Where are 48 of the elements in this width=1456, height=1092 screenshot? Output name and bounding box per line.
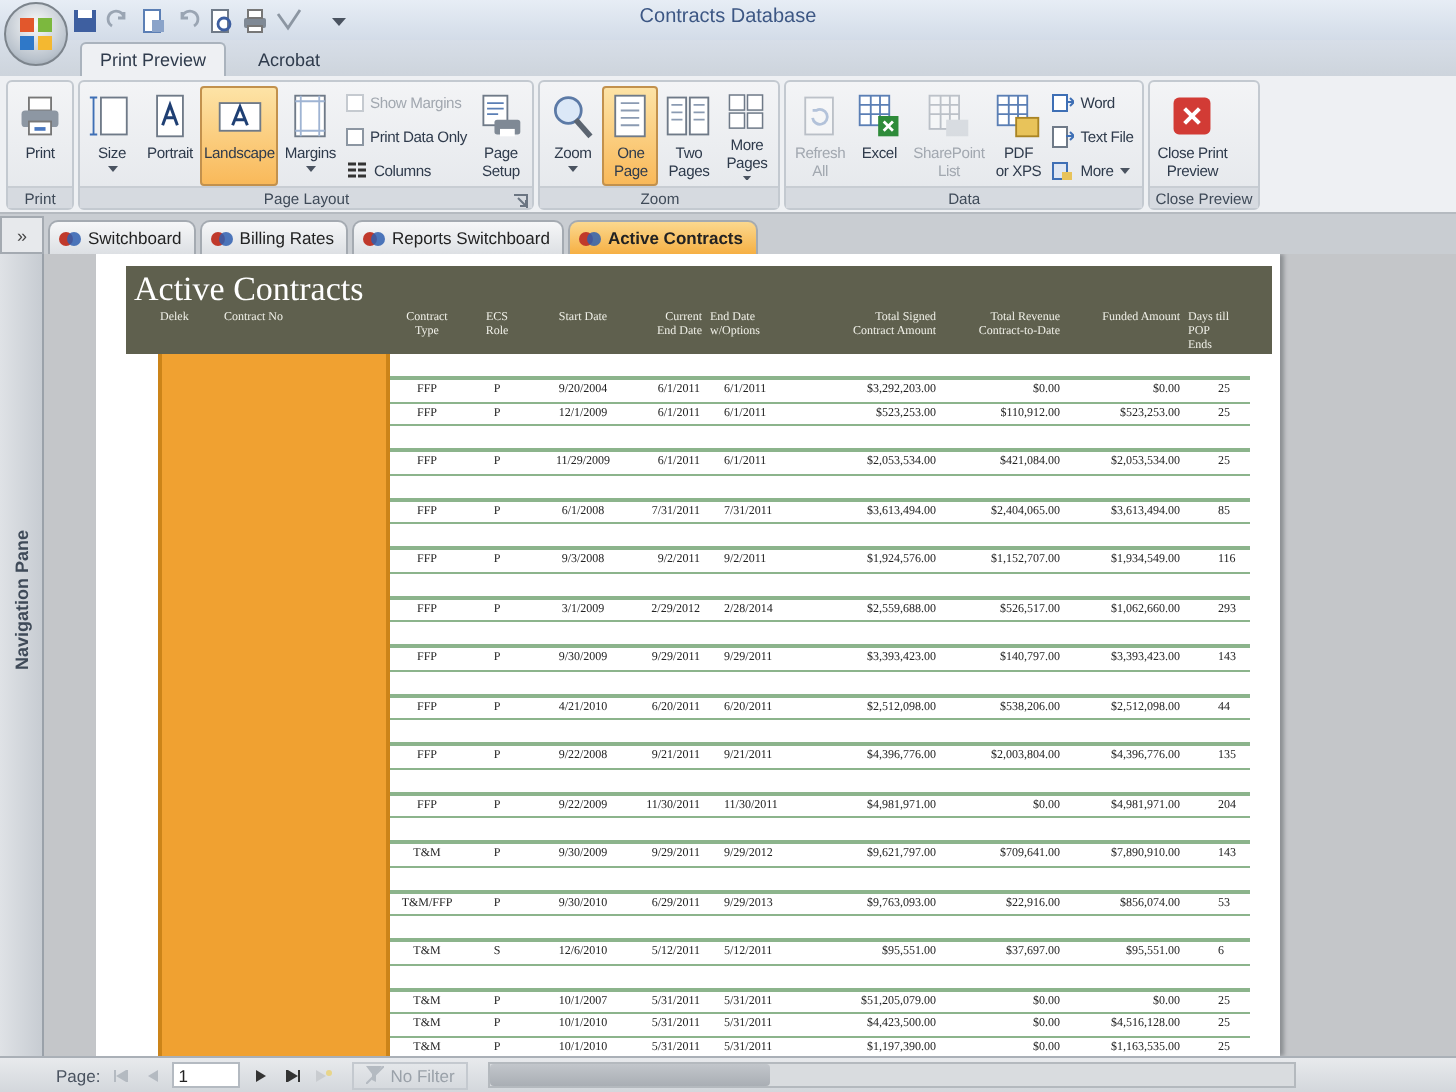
caret-icon [107,166,117,172]
document-tab[interactable]: Active Contracts [567,220,757,254]
new-record-icon [316,1069,333,1081]
document-icon[interactable] [140,7,166,33]
printer-icon [16,92,64,140]
export-more-icon [1052,160,1075,182]
caret-icon [741,175,752,180]
office-logo-icon [18,16,54,52]
magnifier-icon [548,92,597,140]
ribbon-tab[interactable]: Print Preview [80,42,227,76]
report-icon [58,229,82,247]
document-icon [1052,92,1075,114]
document-tab[interactable]: Switchboard [48,220,196,254]
page-setup-icon [476,92,525,140]
navigation-pane-label: Navigation Pane [11,530,31,671]
document-tab[interactable]: Billing Rates [199,220,349,254]
navigation-pane[interactable]: Navigation Pane [0,254,44,1056]
print-preview-icon[interactable] [208,7,234,33]
page-number-field[interactable]: 1 [172,1062,241,1088]
save-icon[interactable] [72,7,98,33]
spell-check-icon[interactable] [276,7,302,33]
report-title: Active Contracts [132,270,366,308]
dialog-launcher-icon[interactable] [514,194,529,208]
two-pages-icon [664,92,713,140]
report-icon [209,229,234,247]
caret-icon [567,166,578,172]
spreadsheet-icon [855,92,904,140]
page-label: Page: [56,1065,101,1085]
last-page-icon [285,1069,300,1081]
window-title: Contracts Database [639,6,817,28]
first-page-icon [113,1069,128,1081]
printer-icon[interactable] [242,7,268,33]
table-icon [924,92,973,140]
pane-toggle-button[interactable]: » [0,216,44,254]
report-icon [362,229,387,247]
caret-icon [1119,168,1130,174]
office-button[interactable] [4,2,68,66]
no-filter-icon [366,1066,385,1084]
horizontal-scrollbar[interactable] [488,1062,1297,1088]
report-icon [577,229,602,247]
document-export-icon [994,92,1043,140]
columns-icon [345,160,368,182]
document-tab[interactable]: Reports Switchboard [352,220,564,254]
caret-icon [305,166,316,172]
ribbon-tab[interactable]: Acrobat [238,42,341,76]
text-file-icon [1052,126,1075,148]
previous-page-icon [147,1069,158,1081]
next-page-icon [255,1069,266,1081]
